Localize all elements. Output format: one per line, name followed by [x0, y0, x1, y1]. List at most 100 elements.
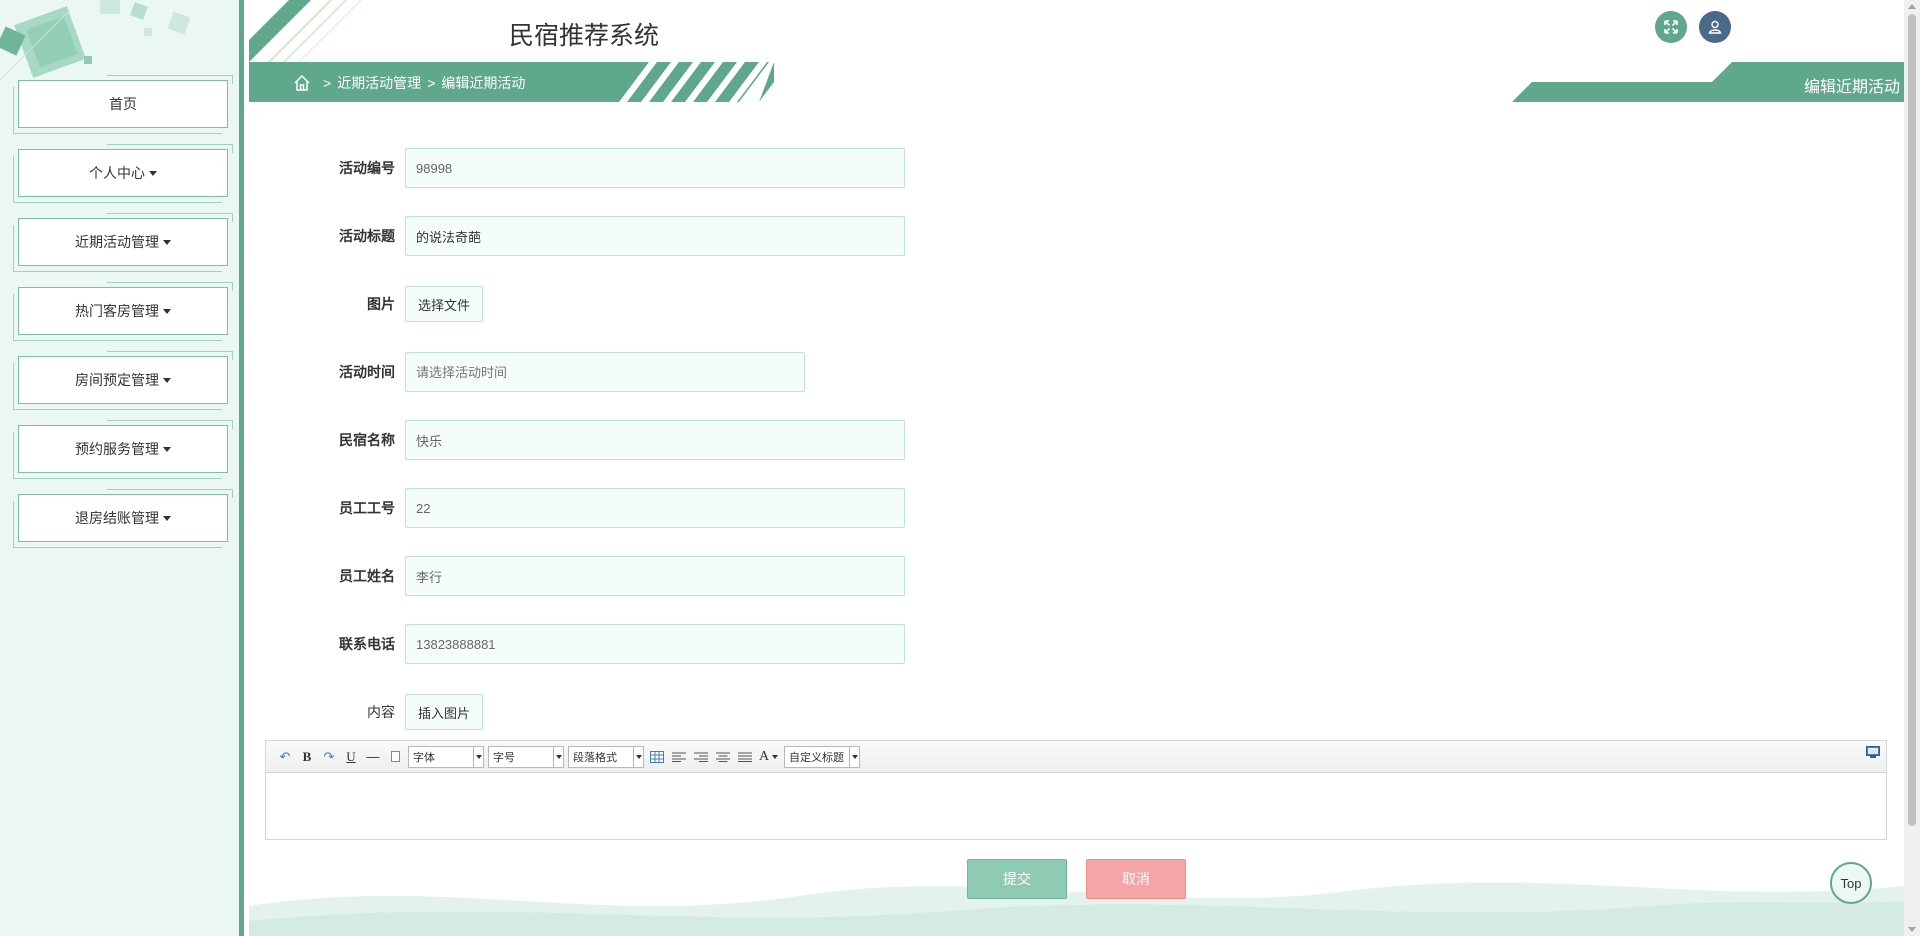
- align-right-icon[interactable]: [690, 746, 712, 768]
- sidebar-item-service-management[interactable]: 预约服务管理: [13, 420, 234, 479]
- edit-activity-form: 活动编号 活动标题 图片 选择文件 活动时间 民宿名称 员工工号 员工姓名 联系…: [249, 130, 1904, 936]
- sidebar-item-room-management[interactable]: 热门客房管理: [13, 282, 234, 341]
- cancel-button[interactable]: 取消: [1086, 859, 1186, 899]
- undo-icon[interactable]: ↶: [274, 746, 296, 768]
- header-decoration: [249, 0, 362, 62]
- form-row-homestay-name: 民宿名称: [249, 420, 905, 460]
- font-color-dropdown-icon[interactable]: [772, 754, 778, 759]
- preview-icon[interactable]: [1866, 746, 1880, 761]
- font-size-select[interactable]: 字号: [488, 745, 564, 768]
- image-label: 图片: [367, 296, 395, 312]
- footer-wave-decoration: [249, 882, 1904, 936]
- form-row-image: 图片 选择文件: [249, 284, 484, 324]
- sidebar-item-label: 近期活动管理: [75, 234, 159, 250]
- caret-down-icon: [163, 446, 171, 452]
- caret-down-icon: [149, 170, 157, 176]
- sidebar-item-personal-center[interactable]: 个人中心: [13, 144, 234, 203]
- activity-no-label: 活动编号: [339, 160, 395, 176]
- submit-button[interactable]: 提交: [967, 859, 1067, 899]
- vertical-scrollbar[interactable]: [1904, 0, 1920, 936]
- form-row-phone: 联系电话: [249, 624, 905, 664]
- chevron-down-icon: [633, 746, 643, 767]
- caret-down-icon: [163, 308, 171, 314]
- activity-no-input[interactable]: [405, 148, 905, 188]
- editor-toolbar: ↶ B ↷ U — 字体 字号 段落格式 A 自定义标题: [266, 741, 1886, 773]
- activity-title-input[interactable]: [405, 216, 905, 256]
- header: 民宿推荐系统: [249, 0, 1904, 62]
- breadcrumb-separator: >: [323, 75, 332, 91]
- user-icon: [1708, 20, 1722, 34]
- font-family-select-label: 字体: [413, 751, 435, 764]
- form-row-staff-name: 员工姓名: [249, 556, 905, 596]
- paragraph-format-select[interactable]: 段落格式: [568, 745, 644, 768]
- rich-text-editor: ↶ B ↷ U — 字体 字号 段落格式 A 自定义标题: [265, 740, 1887, 840]
- staff-name-input[interactable]: [405, 556, 905, 596]
- content-label: 内容: [367, 704, 395, 720]
- sidebar-item-home[interactable]: 首页: [13, 75, 234, 134]
- phone-input[interactable]: [405, 624, 905, 664]
- align-justify-icon[interactable]: [734, 746, 756, 768]
- sidebar-item-label: 首页: [109, 96, 137, 112]
- underline-button[interactable]: U: [340, 746, 362, 768]
- font-family-select[interactable]: 字体: [408, 745, 484, 768]
- homestay-name-input[interactable]: [405, 420, 905, 460]
- breadcrumb: > 近期活动管理 > 编辑近期活动: [293, 73, 525, 93]
- chevron-down-icon: [553, 746, 563, 767]
- home-icon[interactable]: [293, 74, 311, 92]
- fullscreen-button[interactable]: [1655, 11, 1687, 43]
- sidebar-menu: 首页 个人中心 近期活动管理 热门客房管理 房间预定管理 预约服务管理 退房结账…: [13, 75, 234, 563]
- sidebar-item-label: 预约服务管理: [75, 441, 159, 457]
- form-row-activity-title: 活动标题: [249, 216, 905, 256]
- chevron-down-icon: [473, 746, 483, 767]
- custom-title-select-label: 自定义标题: [789, 751, 844, 764]
- sidebar-item-booking-management[interactable]: 房间预定管理: [13, 351, 234, 410]
- paragraph-format-select-label: 段落格式: [573, 751, 617, 764]
- form-row-content: 内容 插入图片: [249, 692, 484, 732]
- form-row-activity-no: 活动编号: [249, 148, 905, 188]
- activity-title-label: 活动标题: [339, 228, 395, 244]
- sidebar-item-label: 房间预定管理: [75, 372, 159, 388]
- editor-content-area[interactable]: [266, 773, 1886, 839]
- breadcrumb-item-activity-management[interactable]: 近期活动管理: [337, 73, 421, 93]
- form-row-activity-time: 活动时间: [249, 352, 805, 392]
- staff-no-input[interactable]: [405, 488, 905, 528]
- align-left-icon[interactable]: [668, 746, 690, 768]
- caret-down-icon: [163, 239, 171, 245]
- choose-file-button[interactable]: 选择文件: [405, 286, 484, 322]
- sidebar: 首页 个人中心 近期活动管理 热门客房管理 房间预定管理 预约服务管理 退房结账…: [0, 0, 244, 936]
- table-icon[interactable]: [646, 746, 668, 768]
- back-to-top-button[interactable]: Top: [1830, 862, 1872, 904]
- document-icon[interactable]: [384, 746, 406, 768]
- sidebar-decoration: [0, 0, 191, 80]
- form-row-staff-no: 员工工号: [249, 488, 905, 528]
- app-title: 民宿推荐系统: [509, 22, 660, 50]
- scrollbar-thumb[interactable]: [1908, 14, 1916, 826]
- expand-icon: [1664, 20, 1678, 34]
- bold-button[interactable]: B: [296, 746, 318, 768]
- font-color-button[interactable]: A: [756, 746, 772, 768]
- caret-down-icon: [163, 515, 171, 521]
- chevron-down-icon: [849, 746, 859, 767]
- activity-time-picker[interactable]: [405, 352, 805, 392]
- font-size-select-label: 字号: [493, 751, 515, 764]
- scroll-down-icon[interactable]: [1908, 927, 1916, 932]
- page-title: 编辑近期活动: [1803, 79, 1900, 96]
- user-menu-button[interactable]: [1699, 11, 1731, 43]
- activity-time-label: 活动时间: [339, 364, 395, 380]
- sidebar-item-label: 个人中心: [89, 165, 145, 181]
- sidebar-item-label: 退房结账管理: [75, 510, 159, 526]
- phone-label: 联系电话: [339, 636, 395, 652]
- breadcrumb-separator: >: [427, 75, 436, 91]
- breadcrumb-item-edit-activity: 编辑近期活动: [441, 75, 526, 91]
- align-center-icon[interactable]: [712, 746, 734, 768]
- staff-name-label: 员工姓名: [339, 568, 395, 584]
- custom-title-select[interactable]: 自定义标题: [784, 745, 860, 768]
- redo-icon[interactable]: ↷: [318, 746, 340, 768]
- scroll-up-icon[interactable]: [1908, 4, 1916, 9]
- sidebar-item-activity-management[interactable]: 近期活动管理: [13, 213, 234, 272]
- insert-image-button[interactable]: 插入图片: [405, 694, 484, 730]
- sidebar-item-checkout-management[interactable]: 退房结账管理: [13, 489, 234, 548]
- caret-down-icon: [163, 377, 171, 383]
- sidebar-item-label: 热门客房管理: [75, 303, 159, 319]
- horizontal-rule-icon[interactable]: —: [362, 746, 384, 768]
